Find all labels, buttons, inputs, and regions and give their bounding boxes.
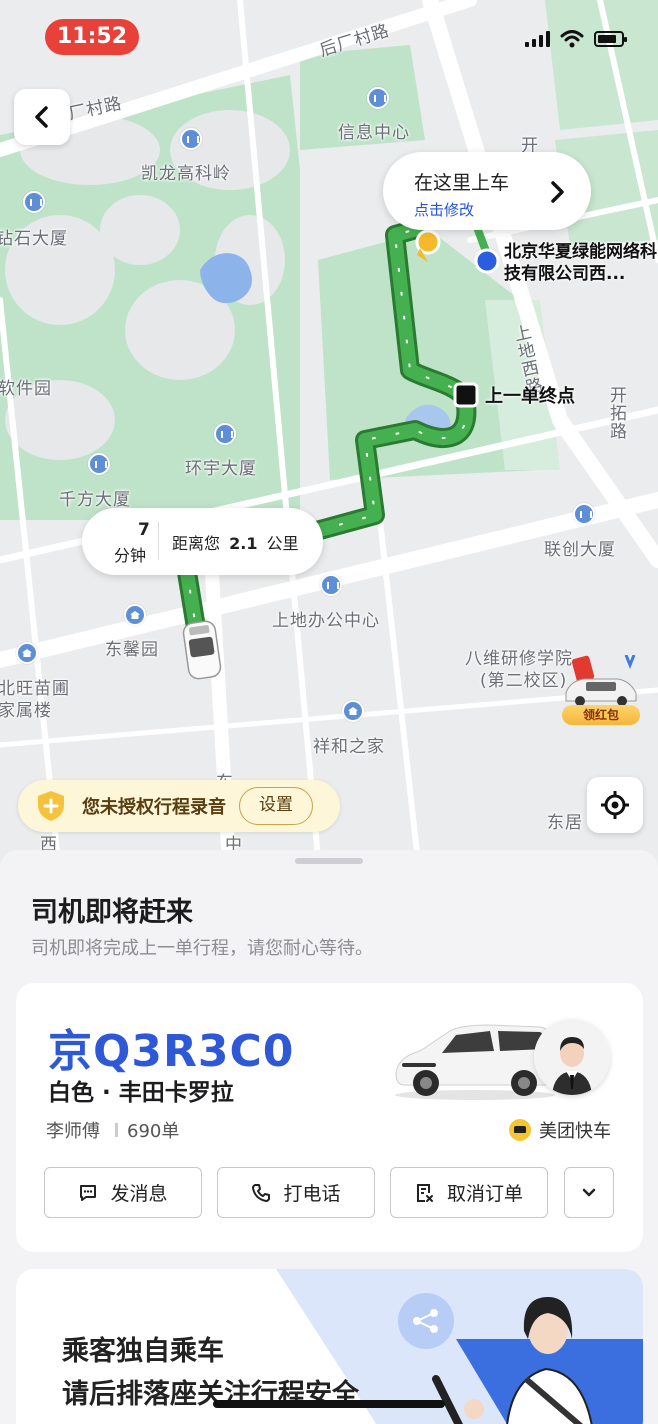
map-label-poi: 环宇大厦 — [185, 459, 257, 479]
send-message-button[interactable]: 发消息 — [44, 1167, 202, 1218]
map-label-poi: 信息中心 — [338, 123, 410, 143]
trip-recording-banner[interactable]: 您未授权行程录音 设置 — [18, 780, 340, 832]
poi-icon — [573, 503, 595, 525]
map-label-poi: 千方大厦 — [59, 490, 131, 510]
divider — [115, 1123, 118, 1137]
distance-unit: 公里 — [266, 534, 299, 553]
home-poi-icon — [16, 642, 38, 664]
map-label-poi: 东居 — [547, 813, 583, 833]
driver-avatar[interactable] — [534, 1019, 610, 1095]
home-poi-icon — [124, 604, 146, 626]
home-indicator — [213, 1400, 445, 1408]
map-label-poi: 上地办公中心 — [272, 611, 380, 631]
red-packet-icon — [565, 654, 637, 706]
home-poi-icon — [342, 700, 364, 722]
shield-plus-icon — [38, 791, 64, 821]
service-type-tag: 美团快车 — [509, 1117, 611, 1143]
red-packet-button[interactable]: 领红包 — [560, 654, 644, 727]
wifi-icon — [560, 30, 584, 48]
locate-me-button[interactable] — [587, 777, 643, 833]
map-label-poi: 家属楼 — [0, 701, 52, 721]
map-label-road: 开拓路 — [606, 386, 626, 440]
poi-icon — [180, 128, 202, 150]
call-driver-label: 打电话 — [283, 1183, 341, 1205]
red-packet-label: 领红包 — [562, 705, 640, 725]
pickup-point-bubble[interactable]: 在这里上车 点击修改 — [383, 152, 591, 230]
eta-distance: 距离您 2.1 公里 — [172, 530, 299, 554]
back-button[interactable] — [14, 89, 70, 145]
recording-settings-button[interactable]: 设置 — [239, 787, 313, 825]
sheet-subtitle: 司机即将完成上一单行程，请您耐心等待。 — [31, 938, 373, 959]
service-type-label: 美团快车 — [539, 1121, 611, 1142]
trip-status-sheet: 司机即将赶来 司机即将完成上一单行程，请您耐心等待。 京Q3R3C0 白色 · … — [0, 850, 658, 1424]
map-label-poi: 凯龙高科岭 — [141, 164, 231, 184]
map-label-poi: 祥和之家 — [313, 737, 385, 757]
car-service-icon — [509, 1119, 531, 1141]
map-label-poi: 联创大厦 — [544, 540, 616, 560]
destination-label: 北京华夏绿能网络科技有限公司西... — [504, 242, 657, 284]
poi-icon — [320, 574, 342, 596]
status-time: 11:52 — [45, 19, 139, 55]
eta-minutes-unit: 分钟 — [114, 546, 147, 565]
license-plate: 京Q3R3C0 — [48, 1026, 295, 1077]
car-description: 白色 · 丰田卡罗拉 — [48, 1080, 234, 1106]
eta-bubble: 7 分钟 距离您 2.1 公里 — [82, 508, 323, 575]
last-order-end-label: 上一单终点 — [485, 386, 575, 407]
map-label-poi: 东馨园 — [105, 640, 159, 660]
map-view[interactable]: 后厂村路 厂村路 信息中心 凯龙高科岭 钻石大厦 软件园 环宇大厦 千方大厦 上… — [0, 0, 658, 880]
phone-icon — [252, 1183, 271, 1202]
chevron-down-icon — [582, 1188, 596, 1196]
cancel-document-icon — [416, 1183, 433, 1202]
driver-order-count: 690单 — [127, 1121, 180, 1142]
poi-icon — [367, 87, 389, 109]
battery-icon — [594, 31, 627, 47]
chevron-left-icon — [35, 106, 48, 128]
distance-value: 2.1 — [229, 534, 258, 553]
divider — [158, 522, 159, 560]
more-actions-button[interactable] — [564, 1167, 614, 1218]
map-label-poi: 软件园 — [0, 379, 52, 399]
cancel-order-button[interactable]: 取消订单 — [390, 1167, 548, 1218]
chat-bubble-icon — [80, 1184, 97, 1201]
map-label-poi: 钻石大厦 — [0, 229, 68, 249]
distance-prefix: 距离您 — [172, 534, 221, 553]
cellular-signal-icon — [525, 31, 550, 47]
recording-warning-text: 您未授权行程录音 — [82, 797, 226, 818]
chevron-right-icon — [551, 181, 564, 203]
status-icons — [525, 30, 627, 48]
sheet-grabber[interactable] — [295, 858, 363, 864]
poi-icon — [88, 453, 110, 475]
driver-name: 李师傅 — [46, 1121, 100, 1142]
driver-avatar-icon — [534, 1019, 610, 1095]
driver-card: 京Q3R3C0 白色 · 丰田卡罗拉 李师傅 690单 美团快车 发消息 打电话… — [16, 983, 643, 1252]
poi-icon — [23, 191, 45, 213]
map-label-poi: (第二校区) — [480, 671, 568, 691]
cancel-order-label: 取消订单 — [446, 1183, 523, 1205]
safety-tip-line1: 乘客独自乘车 — [62, 1336, 224, 1367]
sheet-title: 司机即将赶来 — [31, 897, 193, 928]
send-message-label: 发消息 — [110, 1183, 168, 1205]
crosshair-icon — [601, 791, 629, 819]
poi-icon — [214, 423, 236, 445]
call-driver-button[interactable]: 打电话 — [217, 1167, 375, 1218]
eta-minutes: 7 — [138, 520, 150, 540]
